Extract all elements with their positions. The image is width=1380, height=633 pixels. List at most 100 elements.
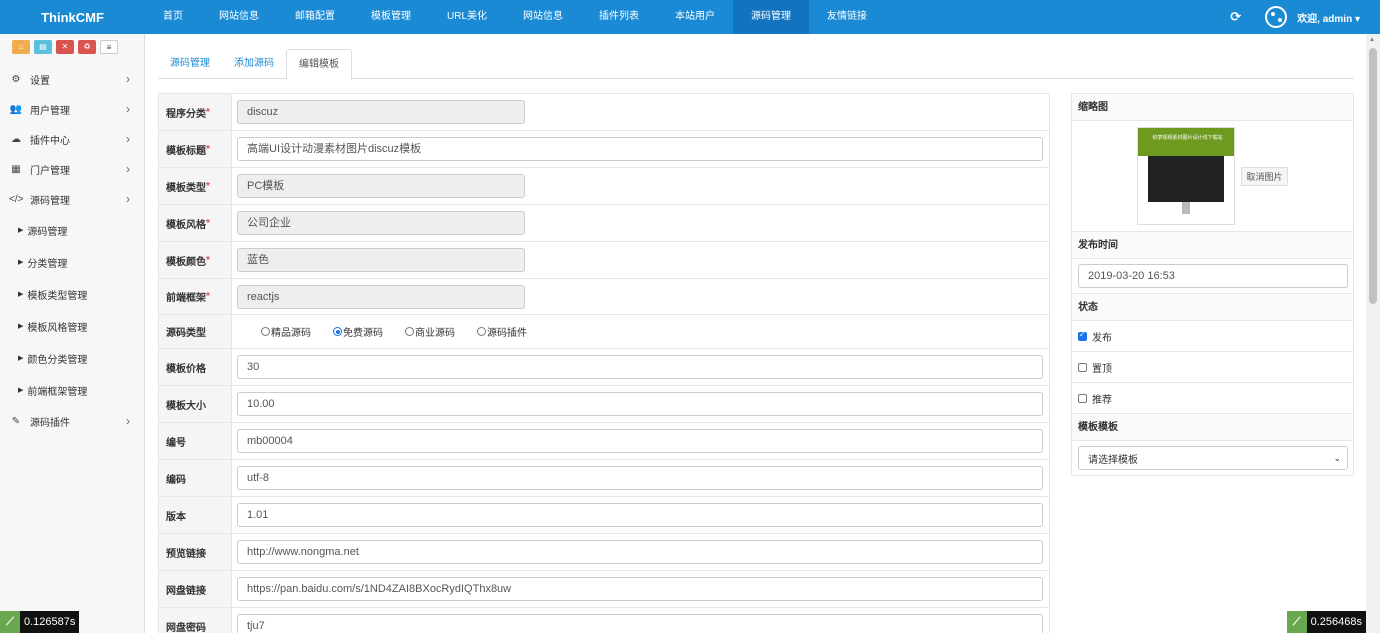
cancel-image-button[interactable]: 取消图片 (1241, 166, 1288, 186)
sidebar-subitem-category[interactable]: ▶ 分类管理 (0, 246, 144, 278)
nav-item-source-manage[interactable]: 源码管理 (733, 0, 810, 34)
avatar[interactable] (1265, 6, 1288, 28)
sidebar-subitem-label: 模板风格管理 (27, 322, 88, 334)
radio-premium[interactable]: 精品源码 (261, 324, 311, 339)
top-navbar: ThinkCMF 首页 网站信息 邮箱配置 模板管理 URL美化 网站信息 插件… (0, 0, 1380, 34)
template-section: 请选择模板 ⌄ (1072, 441, 1353, 475)
field-label: 前端框架 * (159, 279, 232, 314)
sidebar-subitem-template-type[interactable]: ▶ 模板类型管理 (0, 278, 144, 310)
nav-item-plugins[interactable]: 插件列表 (581, 0, 657, 34)
sidebar-subitem-template-style[interactable]: ▶ 模板风格管理 (0, 310, 144, 342)
page-scrollbar[interactable]: ▲ (1366, 34, 1380, 633)
refresh-icon[interactable]: ⟳ (1230, 9, 1241, 25)
chevron-down-icon: › (126, 192, 130, 206)
nav-item-url-rewrite[interactable]: URL美化 (429, 0, 505, 34)
size-input[interactable]: 10.00 (237, 392, 1043, 416)
sidebar-item-settings[interactable]: ⚙ 设置 › (0, 64, 144, 94)
nav-item-home[interactable]: 首页 (145, 0, 201, 34)
recycle-icon[interactable]: ♻ (78, 40, 96, 54)
nav-item-site-info[interactable]: 网站信息 (201, 0, 277, 34)
trash-icon[interactable]: ✕ (56, 40, 74, 54)
number-input[interactable]: mb00004 (237, 429, 1043, 453)
radio-free[interactable]: 免费源码 (333, 324, 383, 339)
sidebar-item-source[interactable]: </> 源码管理 › (0, 184, 144, 214)
scrollbar-thumb[interactable] (1369, 48, 1377, 304)
user-menu[interactable]: 欢迎, admin ▾ (1297, 10, 1360, 25)
thumbnail-label: 缩略图 (1072, 94, 1353, 121)
form-row-source-type: 源码类型 精品源码 免费源码 商业源码 源码插件 (159, 315, 1049, 349)
status-publish[interactable]: 发布 (1072, 321, 1353, 352)
form-row-category: 程序分类 * discuz (159, 94, 1049, 131)
title-input[interactable]: 高端UI设计动漫素材图片discuz模板 (237, 137, 1043, 161)
form-row-encoding: 编码 utf-8 (159, 460, 1049, 497)
debug-timer-left: ⟋ 0.126587s (0, 611, 80, 633)
sidebar-item-label: 用户管理 (30, 105, 70, 117)
grid-icon: ▦ (11, 163, 21, 175)
style-field: 公司企业 (237, 211, 525, 235)
form-row-size: 模板大小 10.00 (159, 386, 1049, 423)
nav-item-friend-links[interactable]: 友情链接 (809, 0, 885, 34)
status-top[interactable]: 置顶 (1072, 352, 1353, 383)
chevron-down-icon: ⌄ (1333, 452, 1341, 463)
encoding-input[interactable]: utf-8 (237, 466, 1043, 490)
file-icon[interactable]: ▤ (34, 40, 52, 54)
sidebar-item-users[interactable]: 👥 用户管理 › (0, 94, 144, 124)
tab-add-source[interactable]: 添加源码 (222, 49, 286, 79)
publish-time-label: 发布时间 (1072, 232, 1353, 259)
template-label: 模板模板 (1072, 414, 1353, 441)
form-row-version: 版本 1.01 (159, 497, 1049, 534)
pan-password-input[interactable]: tju7 (237, 614, 1043, 633)
thumbnail-image[interactable]: 织梦视频素材图片设计线下载站 (1137, 127, 1236, 225)
sidebar-subitem-color[interactable]: ▶ 颜色分类管理 (0, 342, 144, 374)
field-label: 源码类型 (159, 315, 232, 348)
version-input[interactable]: 1.01 (237, 503, 1043, 527)
type-field: PC模板 (237, 174, 525, 198)
checkbox-recommend[interactable] (1078, 393, 1087, 403)
field-label: 网盘密码 (159, 608, 232, 633)
tab-edit-template[interactable]: 编辑模板 (286, 49, 352, 80)
chevron-right-icon: › (126, 132, 130, 146)
checkbox-publish[interactable] (1078, 330, 1087, 341)
sidebar-item-label: 门户管理 (30, 165, 70, 177)
template-select[interactable]: 请选择模板 ⌄ (1078, 446, 1348, 470)
nav-item-template-manage[interactable]: 模板管理 (353, 0, 429, 34)
price-input[interactable]: 30 (237, 355, 1043, 379)
radio-plugin[interactable]: 源码插件 (477, 324, 527, 339)
debug-logo-icon: ⟋ (1286, 611, 1307, 633)
sidebar-item-label: 设置 (30, 75, 50, 87)
tab-source-manage[interactable]: 源码管理 (158, 49, 222, 79)
preview-url-input[interactable]: http://www.nongma.net (237, 540, 1043, 564)
plug-icon: ✎ (11, 415, 21, 427)
tab-bar: 源码管理 添加源码 编辑模板 (158, 49, 1354, 80)
field-label: 模板价格 (159, 349, 232, 385)
chevron-right-icon: › (126, 72, 130, 86)
field-label: 编号 (159, 423, 232, 459)
list-icon[interactable]: ≡ (100, 40, 118, 54)
sidebar-subitem-source-manage[interactable]: ▶ 源码管理 (0, 214, 144, 246)
status-recommend[interactable]: 推荐 (1072, 383, 1353, 414)
nav-item-mail-config[interactable]: 邮箱配置 (277, 0, 353, 34)
nav-item-site-info-2[interactable]: 网站信息 (505, 0, 581, 34)
source-type-radios: 精品源码 免费源码 商业源码 源码插件 (237, 324, 527, 339)
nav-item-users[interactable]: 本站用户 (657, 0, 733, 34)
sidebar-subitem-framework[interactable]: ▶ 前端框架管理 (0, 374, 144, 406)
field-label: 预览链接 (159, 534, 232, 570)
top-right-tools: ⟳ 欢迎, admin ▾ (1230, 0, 1360, 34)
checkbox-top[interactable] (1078, 362, 1087, 372)
debug-timer-right: ⟋ 0.256468s (1286, 611, 1366, 633)
scroll-up-icon[interactable]: ▲ (1369, 37, 1375, 43)
sidebar-item-plugins[interactable]: ☁ 插件中心 › (0, 124, 144, 154)
sidebar-item-portal[interactable]: ▦ 门户管理 › (0, 154, 144, 184)
home-icon[interactable]: ⌂ (12, 40, 30, 54)
sidebar-subitem-label: 分类管理 (27, 258, 68, 270)
status-label: 状态 (1072, 294, 1353, 321)
field-label: 编码 (159, 460, 232, 496)
chevron-right-icon: › (126, 102, 130, 116)
pan-url-input[interactable]: https://pan.baidu.com/s/1ND4ZAI8BXocRydI… (237, 577, 1043, 601)
radio-commercial[interactable]: 商业源码 (405, 324, 455, 339)
form-row-pan-pwd: 网盘密码 tju7 (159, 608, 1049, 633)
publish-time-input[interactable]: 2019-03-20 16:53 (1078, 264, 1348, 288)
main-nav: 首页 网站信息 邮箱配置 模板管理 URL美化 网站信息 插件列表 本站用户 源… (145, 0, 885, 34)
sidebar-item-source-plugins[interactable]: ✎ 源码插件 › (0, 406, 144, 436)
brand-logo[interactable]: ThinkCMF (0, 10, 145, 25)
